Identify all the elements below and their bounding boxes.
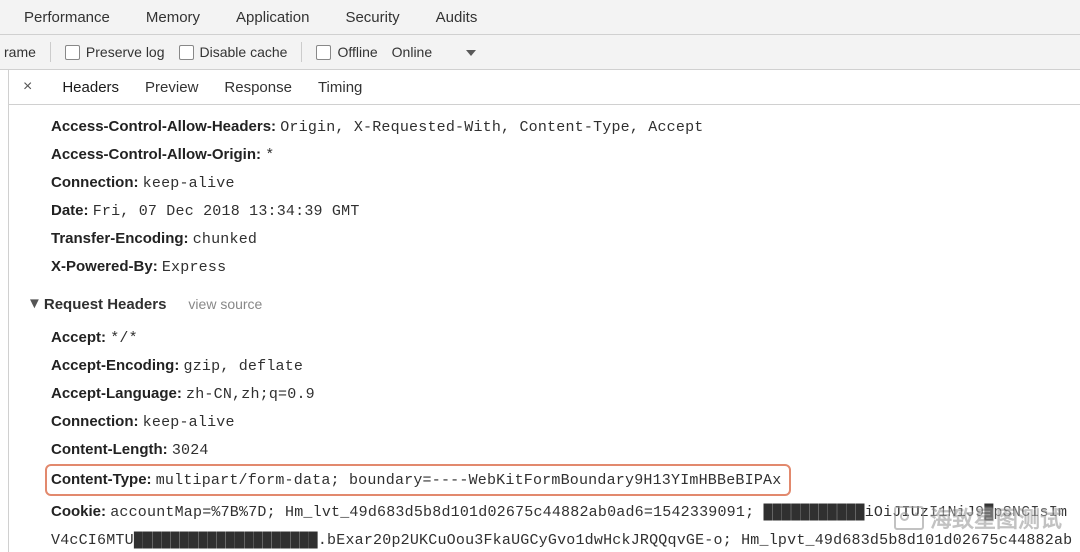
header-row: Accept: */* bbox=[27, 324, 1074, 352]
tab-audits[interactable]: Audits bbox=[436, 9, 478, 26]
header-row: Connection: keep-alive bbox=[27, 408, 1074, 436]
request-headers-section[interactable]: ▼Request Headersview source bbox=[27, 291, 1074, 318]
tab-application[interactable]: Application bbox=[236, 9, 309, 26]
header-row: Access-Control-Allow-Origin: * bbox=[27, 141, 1074, 169]
header-row: Connection: keep-alive bbox=[27, 169, 1074, 197]
headers-panel: Access-Control-Allow-Headers: Origin, X-… bbox=[9, 105, 1080, 552]
header-row: Date: Fri, 07 Dec 2018 13:34:39 GMT bbox=[27, 197, 1074, 225]
divider bbox=[301, 42, 302, 62]
header-row: Access-Control-Allow-Headers: Origin, X-… bbox=[27, 113, 1074, 141]
tab-memory[interactable]: Memory bbox=[146, 9, 200, 26]
disclosure-triangle-icon[interactable]: ▼ bbox=[27, 290, 42, 317]
request-detail-tabs: × Headers Preview Response Timing bbox=[9, 70, 1080, 105]
offline-checkbox[interactable]: Offline bbox=[316, 44, 377, 60]
network-toolbar: rame Preserve log Disable cache Offline … bbox=[0, 35, 1080, 70]
tab-timing[interactable]: Timing bbox=[318, 79, 362, 96]
header-row: Accept-Language: zh-CN,zh;q=0.9 bbox=[27, 380, 1074, 408]
watermark: 海致星图测试 bbox=[894, 502, 1062, 534]
header-row: X-Powered-By: Express bbox=[27, 253, 1074, 281]
view-source-link[interactable]: view source bbox=[188, 296, 262, 312]
frame-label: rame bbox=[4, 44, 36, 60]
tab-response[interactable]: Response bbox=[224, 79, 292, 96]
close-icon[interactable]: × bbox=[23, 78, 32, 96]
tab-preview[interactable]: Preview bbox=[145, 79, 198, 96]
header-row-content-type: Content-Type: multipart/form-data; bound… bbox=[27, 464, 1074, 496]
preserve-log-checkbox[interactable]: Preserve log bbox=[65, 44, 165, 60]
throttling-select[interactable]: Online bbox=[392, 44, 476, 60]
disable-cache-checkbox[interactable]: Disable cache bbox=[179, 44, 288, 60]
header-row: Accept-Encoding: gzip, deflate bbox=[27, 352, 1074, 380]
wechat-icon bbox=[894, 506, 924, 530]
header-row: Transfer-Encoding: chunked bbox=[27, 225, 1074, 253]
tab-performance[interactable]: Performance bbox=[24, 9, 110, 26]
divider bbox=[50, 42, 51, 62]
devtools-top-tabs: Performance Memory Application Security … bbox=[0, 0, 1080, 35]
header-row: Content-Length: 3024 bbox=[27, 436, 1074, 464]
tab-security[interactable]: Security bbox=[345, 9, 399, 26]
chevron-down-icon bbox=[466, 50, 476, 56]
tab-headers[interactable]: Headers bbox=[62, 79, 119, 96]
requests-list-sliver bbox=[0, 70, 9, 552]
